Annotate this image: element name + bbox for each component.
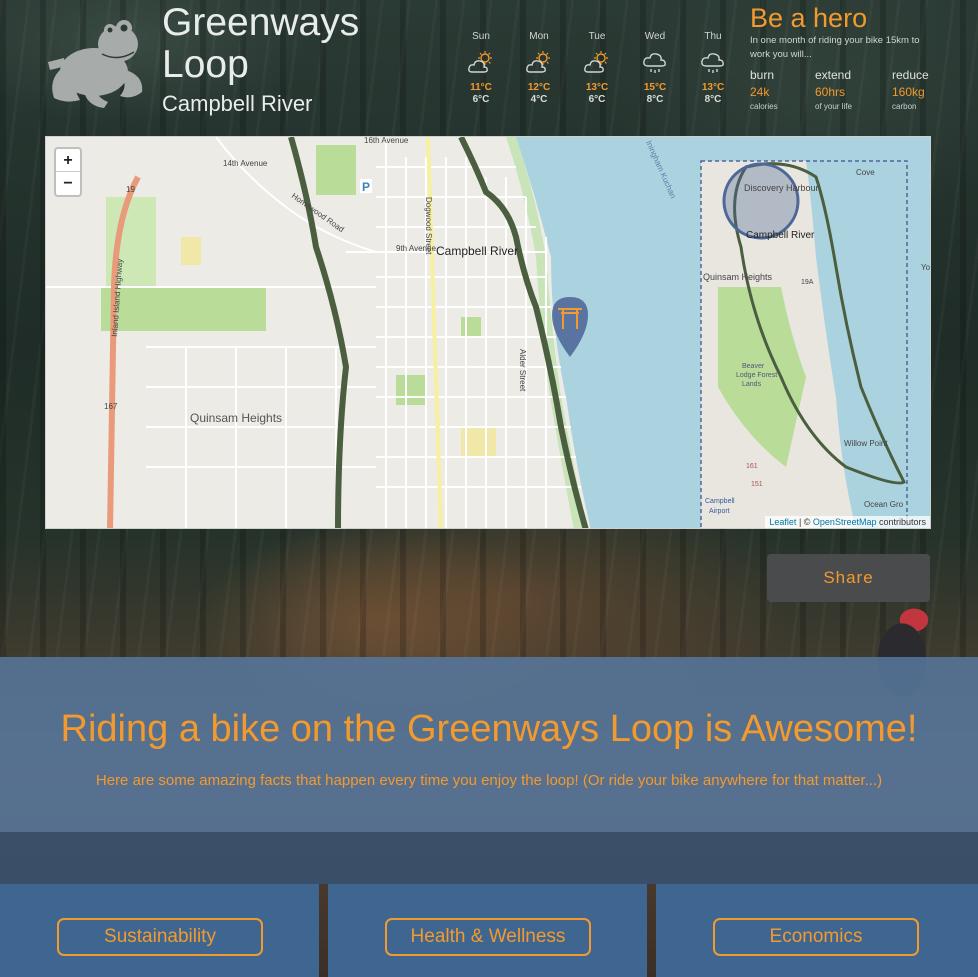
hero-text: In one month of riding your bike 15km to… [750,35,920,60]
parking-icon-label: P [362,180,370,194]
weather-day-name: Thu [704,31,722,42]
map-park [461,317,481,337]
weather-day: Sun 11°C 6°C [452,30,510,110]
weather-high: 13°C [701,82,725,93]
weather-day: Mon 12°C 4°C [510,30,568,110]
stat-value: 24k [750,85,770,99]
facts-subtitle: Here are some amazing facts that happen … [95,772,883,789]
map-attribution: Leaflet | © OpenStreetMap contributors [765,516,930,528]
stat-reduce: reduce 160kg carbon [892,68,962,112]
map-park [101,287,266,331]
divider-strip [0,832,978,884]
card-sustainability: Sustainability [0,884,319,977]
health-wellness-button[interactable]: Health & Wellness [385,918,591,956]
card-economics: Economics [656,884,978,977]
hero-title: Be a hero [750,3,868,33]
attribution-separator: | © [796,517,813,527]
stat-value: 60hrs [815,85,846,99]
map-school [181,237,201,265]
frog-icon [48,20,143,108]
site-subtitle: Campbell River [162,91,313,116]
weather-low: 6°C [472,94,490,105]
openstreetmap-link[interactable]: OpenStreetMap [813,517,877,527]
stat-extend: extend 60hrs of your life [815,68,885,112]
map-dogwood-street [426,137,443,528]
weather-forecast: Sun 11°C 6°C Mon 12°C 4°C Tue 13°C 6°C W… [452,30,742,110]
zoom-control: + − [54,147,82,197]
minimap [700,160,908,528]
weather-high: 12°C [527,82,551,93]
weather-day-name: Wed [644,31,666,42]
zoom-in-button[interactable]: + [56,149,80,172]
stat-burn: burn 24k calories [750,68,820,112]
attribution-tail: contributors [876,517,926,527]
stat-value: 160kg [892,85,925,99]
site-title-line2: Loop [162,43,249,86]
card-health: Health & Wellness [328,884,647,977]
weather-low: 8°C [646,94,664,105]
weather-low: 4°C [530,94,548,105]
weather-low: 8°C [704,94,722,105]
weather-day-name: Sun [472,31,490,42]
stat-verb: burn [750,68,775,82]
weather-day-name: Mon [529,31,549,42]
stat-unit: carbon [892,102,917,111]
weather-day: Wed 15°C 8°C [626,30,684,110]
site-title-line1: Greenways [162,1,360,44]
weather-day-name: Tue [588,31,606,42]
rain-icon [684,44,742,82]
hero-stats: burn 24k calories extend 60hrs of your l… [750,68,950,116]
map-route-west [288,137,350,528]
partly-sunny-icon [568,44,626,82]
economics-button[interactable]: Economics [713,918,919,956]
leaflet-link[interactable]: Leaflet [769,517,796,527]
rain-icon [626,44,684,82]
stat-verb: reduce [892,68,929,82]
share-button[interactable]: Share [767,554,930,602]
stat-unit: of your life [815,102,852,111]
sustainability-button[interactable]: Sustainability [57,918,263,956]
weather-day: Thu 13°C 8°C [684,30,742,110]
zoom-out-button[interactable]: − [56,172,80,195]
stat-verb: extend [815,68,852,82]
route-map[interactable]: P 14th Avenue 16th Avenue 9th Avenue Hom… [45,136,931,529]
facts-title: Riding a bike on the Greenways Loop is A… [60,708,918,750]
hero-panel: Be a hero In one month of riding your bi… [750,2,950,62]
weather-day: Tue 13°C 6°C [568,30,626,110]
weather-high: 15°C [643,82,667,93]
map-park [396,375,426,405]
stat-unit: calories [750,102,778,111]
weather-low: 6°C [588,94,606,105]
weather-high: 11°C [470,82,492,93]
map-park [316,145,356,195]
partly-sunny-icon [452,44,510,82]
map-tiles: P [46,137,930,528]
partly-sunny-icon [510,44,568,82]
weather-high: 13°C [585,82,609,93]
